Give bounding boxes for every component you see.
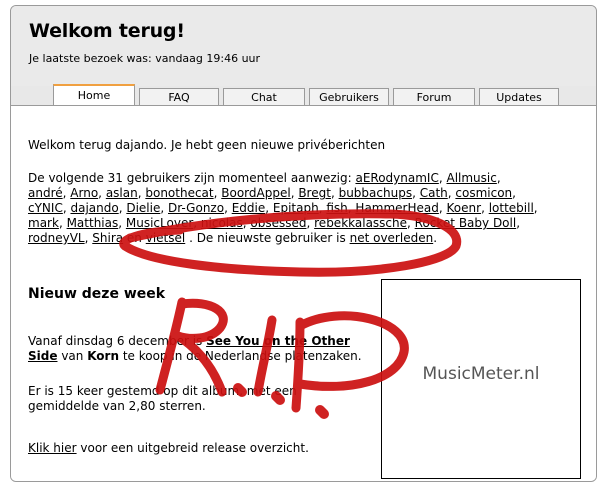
online-users-intro: De volgende 31 gebruikers zijn momenteel… xyxy=(28,171,352,185)
page-header: Welkom terug! Je laatste bezoek was: van… xyxy=(11,6,596,86)
last-visit-text: Je laatste bezoek was: vandaag 19:46 uur xyxy=(29,52,261,65)
online-users-paragraph: De volgende 31 gebruikers zijn momenteel… xyxy=(28,171,538,246)
release-paragraph: Vanaf dinsdag 6 december is See You on t… xyxy=(28,334,363,364)
online-user-link[interactable]: Allmusic xyxy=(446,171,496,185)
online-user-link[interactable]: Eddie xyxy=(232,201,266,215)
release-by-word: van xyxy=(61,349,84,363)
newest-user-link[interactable]: net overleden xyxy=(350,231,434,245)
online-user-link[interactable]: Epitaph xyxy=(273,201,319,215)
online-user-link[interactable]: BoordAppel xyxy=(221,186,290,200)
tab-gebruikers[interactable]: Gebruikers xyxy=(309,88,389,105)
online-user-link[interactable]: Shira xyxy=(92,231,123,245)
online-user-link[interactable]: bubbachups xyxy=(339,186,413,200)
online-user-link[interactable]: vietsel xyxy=(146,231,186,245)
online-user-link[interactable]: rebekkalassche xyxy=(314,216,407,230)
online-user-link[interactable]: rodneyVL xyxy=(28,231,85,245)
online-user-link[interactable]: aslan xyxy=(106,186,138,200)
page-frame: Welkom terug! Je laatste bezoek was: van… xyxy=(10,5,597,482)
online-user-link[interactable]: HammerHead xyxy=(355,201,438,215)
online-user-link[interactable]: mark xyxy=(28,216,59,230)
new-this-week-heading: Nieuw deze week xyxy=(28,286,166,302)
welcome-message: Welkom terug dajando. Je hebt geen nieuw… xyxy=(28,138,386,152)
musicmeter-label: MusicMeter.nl xyxy=(422,364,540,384)
online-user-link[interactable]: andré xyxy=(28,186,63,200)
newest-user-end: . xyxy=(433,231,438,245)
rating-text: Er is 15 keer gestemd op dit album, met … xyxy=(28,384,297,413)
online-user-link[interactable]: nicolas xyxy=(201,216,243,230)
online-user-link[interactable]: dajando xyxy=(70,201,118,215)
online-user-link[interactable]: Cath xyxy=(420,186,448,200)
online-user-link[interactable]: fish xyxy=(326,201,347,215)
online-user-link[interactable]: lottebill xyxy=(489,201,534,215)
album-cover-placeholder[interactable]: MusicMeter.nl xyxy=(381,279,581,479)
page-title: Welkom terug! xyxy=(29,20,185,42)
tab-updates[interactable]: Updates xyxy=(479,88,559,105)
newest-user-label: . De nieuwste gebruiker is xyxy=(189,231,346,245)
online-user-link[interactable]: obsessed xyxy=(250,216,306,230)
overview-paragraph: Klik hier voor een uitgebreid release ov… xyxy=(28,441,309,456)
main-content: Welkom terug dajando. Je hebt geen nieuw… xyxy=(11,106,596,481)
tab-faq[interactable]: FAQ xyxy=(139,88,219,105)
online-user-link[interactable]: cYNIC xyxy=(28,201,63,215)
online-user-link[interactable]: cosmicon xyxy=(455,186,512,200)
online-user-link[interactable]: aERodynamIC xyxy=(355,171,438,185)
release-prefix: Vanaf dinsdag 6 december is xyxy=(28,334,203,348)
tab-forum[interactable]: Forum xyxy=(393,88,475,105)
overview-suffix: voor een uitgebreid release overzicht. xyxy=(80,441,309,455)
online-user-link[interactable]: Rocket Baby Doll xyxy=(415,216,517,230)
online-user-link[interactable]: Bregt xyxy=(298,186,331,200)
online-user-link[interactable]: Dielie xyxy=(126,201,160,215)
online-user-link[interactable]: Dr-Gonzo xyxy=(168,201,224,215)
online-user-link[interactable]: Matthias xyxy=(67,216,119,230)
tab-home[interactable]: Home xyxy=(53,84,135,106)
online-user-link[interactable]: MusicLover xyxy=(126,216,193,230)
artist-name: Korn xyxy=(87,349,119,363)
online-user-link[interactable]: Koenr xyxy=(447,201,482,215)
online-user-link[interactable]: bonothecat xyxy=(145,186,213,200)
tab-chat[interactable]: Chat xyxy=(223,88,305,105)
online-user-link[interactable]: Arno xyxy=(70,186,98,200)
overview-link[interactable]: Klik hier xyxy=(28,441,77,455)
release-suffix: te koop in de Nederlandse platenzaken. xyxy=(122,349,362,363)
